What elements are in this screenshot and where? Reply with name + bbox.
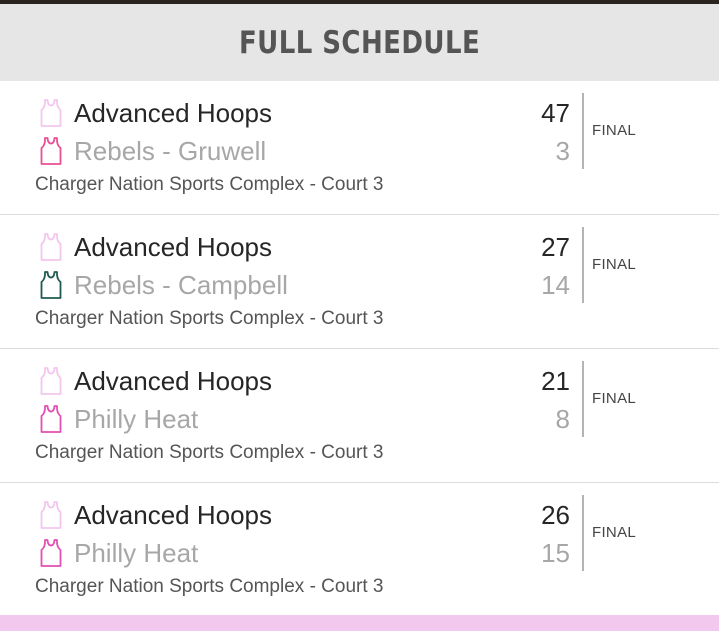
away-score: 3 [555,136,570,166]
home-team-row: Advanced Hoops [38,96,272,130]
jersey-icon [40,405,62,433]
home-score: 47 [541,98,570,128]
game-card[interactable]: Advanced Hoops Rebels - Gruwell 47 3 FIN… [0,81,719,215]
game-status: FINAL [592,122,637,139]
game-venue: Charger Nation Sports Complex - Court 3 [35,308,384,329]
home-team-name: Advanced Hoops [74,366,273,396]
game-list: Advanced Hoops Rebels - Gruwell 47 3 FIN… [0,81,719,617]
score-divider [582,495,584,571]
away-score: 14 [541,270,570,300]
home-team-row: Advanced Hoops [38,498,272,532]
jersey-icon [40,137,62,165]
game-card[interactable]: Advanced Hoops Philly Heat 21 8 FINAL Ch… [0,349,719,483]
home-team-name: Advanced Hoops [74,500,273,530]
game-venue: Charger Nation Sports Complex - Court 3 [35,576,384,597]
home-team-row: Advanced Hoops [38,364,272,398]
game-venue: Charger Nation Sports Complex - Court 3 [35,174,384,195]
game-status: FINAL [592,256,637,273]
game-card[interactable]: Advanced Hoops Philly Heat 26 15 FINAL C… [0,483,719,617]
jersey-icon [40,501,62,529]
away-team-row: Rebels - Gruwell [38,134,266,168]
away-score: 15 [541,538,570,568]
game-card[interactable]: Advanced Hoops Rebels - Campbell 27 14 F… [0,215,719,349]
away-team-name: Rebels - Campbell [74,270,288,300]
home-team-row: Advanced Hoops [38,230,272,264]
away-team-name: Philly Heat [74,404,199,434]
jersey-icon [40,99,62,127]
away-score: 8 [555,404,570,434]
page-title: FULL SCHEDULE [238,24,481,61]
game-status: FINAL [592,524,637,541]
score-divider [582,227,584,303]
home-score: 21 [541,366,570,396]
schedule-header: FULL SCHEDULE [0,4,719,82]
footer-accent-bar [0,615,719,631]
away-team-row: Philly Heat [38,536,198,570]
game-status: FINAL [592,390,637,407]
home-team-name: Advanced Hoops [74,232,273,262]
away-team-row: Rebels - Campbell [38,268,288,302]
home-score: 27 [541,232,570,262]
jersey-icon [40,367,62,395]
away-team-row: Philly Heat [38,402,198,436]
home-score: 26 [541,500,570,530]
away-team-name: Rebels - Gruwell [74,136,267,166]
game-venue: Charger Nation Sports Complex - Court 3 [35,442,384,463]
jersey-icon [40,271,62,299]
score-divider [582,93,584,169]
jersey-icon [40,233,62,261]
home-team-name: Advanced Hoops [74,98,273,128]
score-divider [582,361,584,437]
away-team-name: Philly Heat [74,538,199,568]
jersey-icon [40,539,62,567]
